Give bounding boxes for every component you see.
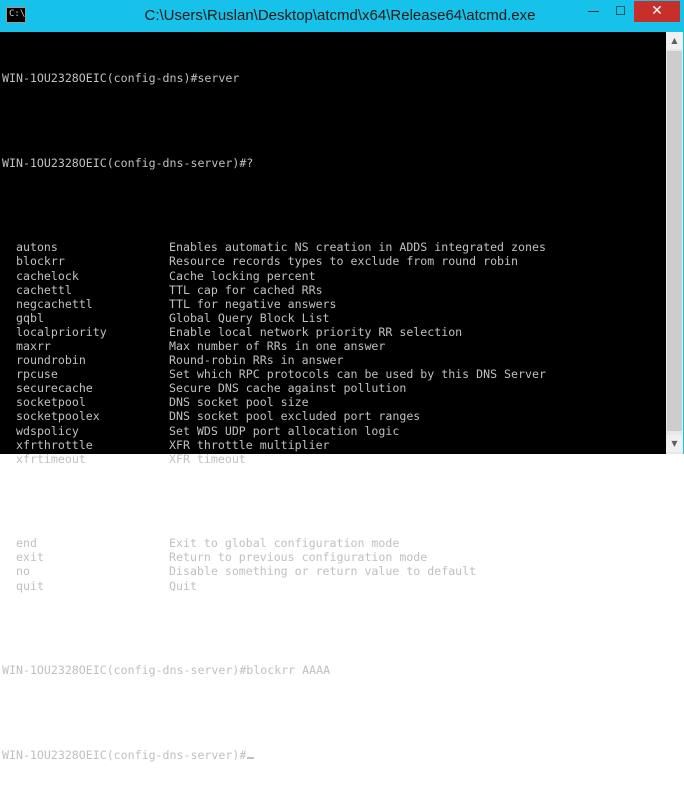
scroll-down-arrow-icon[interactable]: ▼: [666, 435, 683, 452]
command-list: autons Enables automatic NS creation in A…: [2, 240, 546, 466]
command-description: Max number of RRs in one answer: [169, 338, 386, 353]
command-row: socketpool DNS socket pool size: [2, 395, 546, 409]
command-name: wdspolicy: [16, 423, 79, 438]
command-name: autons: [16, 240, 58, 255]
command-description: TTL for negative answers: [169, 296, 337, 311]
command-description: Set WDS UDP port allocation logic: [169, 423, 400, 438]
command-description: Resource records types to exclude from r…: [169, 254, 519, 269]
command-row: no Disable something or return value to d…: [2, 564, 546, 578]
command-name: localpriority: [16, 324, 107, 339]
command-name: securecache: [16, 381, 93, 396]
command-description: Return to previous configuration mode: [169, 550, 428, 565]
command-row: quit Quit: [2, 579, 546, 593]
minimize-button[interactable]: —: [580, 1, 607, 22]
command-name: quit: [16, 578, 44, 593]
console-window: C:\ C:\Users\Ruslan\Desktop\atcmd\x64\Re…: [0, 0, 684, 762]
text-cursor: [247, 756, 255, 759]
close-button[interactable]: ✕: [634, 1, 680, 22]
command-description: DNS socket pool size: [169, 395, 309, 410]
command-row: autons Enables automatic NS creation in A…: [2, 240, 546, 254]
command-name: blockrr: [16, 254, 65, 269]
command-name: roundrobin: [16, 353, 86, 368]
command-row: xfrthrottle XFR throttle multiplier: [2, 438, 546, 452]
maximize-button[interactable]: ☐: [607, 1, 634, 22]
vertical-scrollbar[interactable]: ▲ ▼: [666, 32, 683, 454]
command-name: exit: [16, 550, 44, 565]
title-bar[interactable]: C:\ C:\Users\Ruslan\Desktop\atcmd\x64\Re…: [0, 0, 684, 32]
command-name: no: [16, 564, 30, 579]
command-description: Set which RPC protocols can be used by t…: [169, 367, 546, 382]
command-description: Global Query Block List: [169, 310, 330, 325]
prompt-line: WIN-1OU2328OEIC(config-dns-server)#block…: [2, 663, 331, 678]
command-description: Exit to global configuration mode: [169, 536, 400, 551]
command-row: cachelock Cache locking percent: [2, 269, 546, 283]
current-prompt: WIN-1OU2328OEIC(config-dns-server)#: [2, 747, 247, 762]
command-row: end Exit to global configuration mode: [2, 536, 546, 550]
command-name: cachettl: [16, 282, 72, 297]
command-row: socketpoolex DNS socket pool excluded por…: [2, 409, 546, 423]
command-row: localpriority Enable local network priori…: [2, 325, 546, 339]
global-command-list: end Exit to global configuration mode exit…: [2, 536, 546, 592]
command-description: XFR throttle multiplier: [169, 437, 330, 452]
command-name: xfrthrottle: [16, 437, 93, 452]
command-name: socketpool: [16, 395, 86, 410]
command-description: DNS socket pool excluded port ranges: [169, 409, 421, 424]
command-row: cachettl TTL cap for cached RRs: [2, 283, 546, 297]
command-name: socketpoolex: [16, 409, 100, 424]
console-output[interactable]: WIN-1OU2328OEIC(config-dns)#server WIN-1…: [0, 32, 666, 762]
command-description: TTL cap for cached RRs: [169, 282, 323, 297]
app-icon-label: C:\: [9, 9, 26, 19]
command-row: exit Return to previous configuration mod…: [2, 550, 546, 564]
command-description: Cache locking percent: [169, 268, 316, 283]
command-description: Round-robin RRs in answer: [169, 353, 344, 368]
command-row: wdspolicy Set WDS UDP port allocation log…: [2, 424, 546, 438]
command-name: negcachettl: [16, 296, 93, 311]
command-row: gqbl Global Query Block List: [2, 311, 546, 325]
console-app-icon[interactable]: C:\: [6, 7, 26, 23]
console-lines: WIN-1OU2328OEIC(config-dns)#server WIN-1…: [2, 43, 546, 790]
active-prompt-line[interactable]: WIN-1OU2328OEIC(config-dns-server)#: [2, 748, 546, 762]
command-row: negcachettl TTL for negative answers: [2, 297, 546, 311]
prompt-line: WIN-1OU2328OEIC(config-dns)#server: [2, 71, 240, 86]
command-name: gqbl: [16, 310, 44, 325]
window-title: C:\Users\Ruslan\Desktop\atcmd\x64\Releas…: [144, 7, 536, 24]
command-description: Secure DNS cache against pollution: [169, 381, 407, 396]
scroll-thumb[interactable]: [667, 51, 682, 431]
command-name: cachelock: [16, 268, 79, 283]
command-description: Enable local network priority RR selecti…: [169, 324, 463, 339]
command-row: maxrr Max number of RRs in one answer: [2, 339, 546, 353]
scroll-up-arrow-icon[interactable]: ▲: [666, 32, 683, 49]
command-row: securecache Secure DNS cache against poll…: [2, 381, 546, 395]
command-description: Enables automatic NS creation in ADDS in…: [169, 240, 546, 255]
prompt-line: WIN-1OU2328OEIC(config-dns-server)#?: [2, 155, 254, 170]
command-row: blockrr Resource records types to exclude…: [2, 254, 546, 268]
command-row: rpcuse Set which RPC protocols can be use…: [2, 367, 546, 381]
command-name: end: [16, 536, 37, 551]
command-name: maxrr: [16, 338, 51, 353]
command-description: Quit: [169, 578, 197, 593]
command-description: Disable something or return value to def…: [169, 564, 477, 579]
command-name: rpcuse: [16, 367, 58, 382]
command-row: roundrobin Round-robin RRs in answer: [2, 353, 546, 367]
